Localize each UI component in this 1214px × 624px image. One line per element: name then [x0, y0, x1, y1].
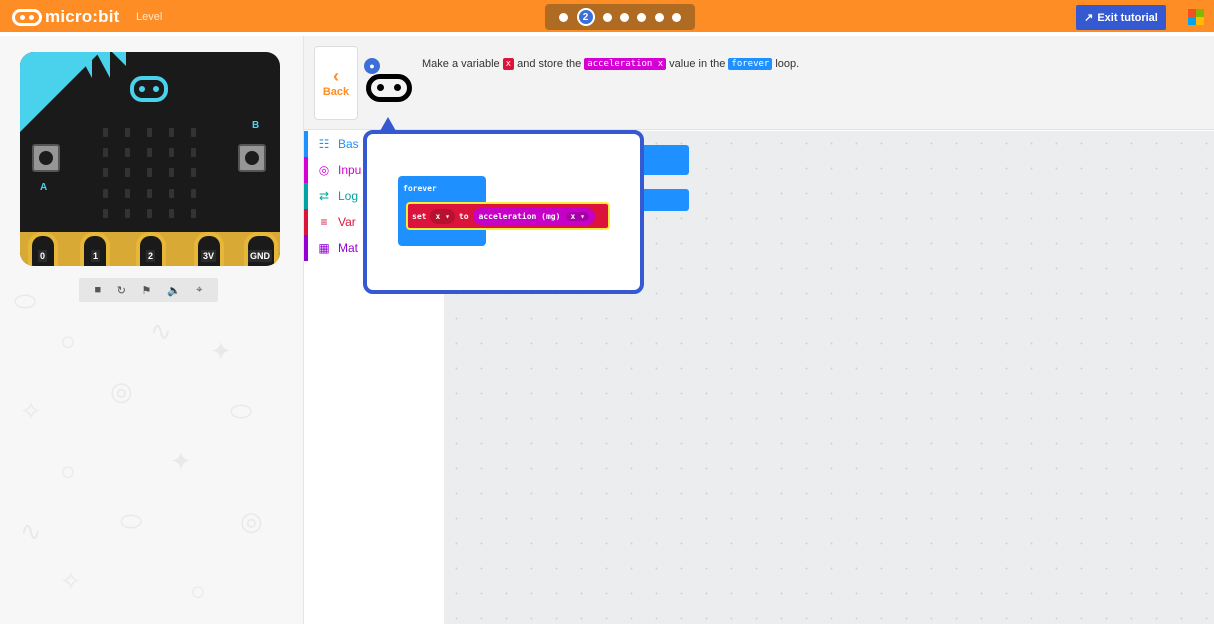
external-link-icon: ↗ [1084, 12, 1094, 24]
category-label: Var [338, 215, 356, 229]
set-variable-block: set x ▾ to acceleration (mg) x ▾ [406, 202, 610, 230]
instruction-text: Make a variable [422, 58, 500, 70]
forever-block-label: forever [403, 184, 437, 193]
simulator-panel: ⬭ ○ ∿ ✦ ✧ ◎ ⬭ ○ ✦ ∿ ⬭ ◎ ✧ ○ A B 0 1 2 3V… [0, 36, 304, 624]
category-label: Inpu [338, 163, 362, 177]
lightbulb-icon[interactable]: ● [364, 58, 380, 74]
to-label: to [458, 211, 469, 221]
tutorial-header: ‹ Back ● Make a variable x and store the… [304, 36, 1214, 130]
category-label: Log [338, 189, 359, 203]
background-doodle-icon: ∿ [20, 516, 42, 546]
category-label: Mat [338, 241, 359, 255]
microbit-logo-icon [12, 8, 42, 26]
level-label: Level [136, 11, 163, 23]
microbit-logo[interactable]: micro:bit [12, 6, 120, 28]
acceleration-block: acceleration (mg) x ▾ [472, 207, 595, 225]
top-bar: micro:bit Level 2 ↗ Exit tutorial [0, 0, 1214, 34]
tutorial-microbit-icon [366, 74, 412, 102]
stop-icon[interactable]: ■ [95, 284, 102, 296]
board-spike-decoration [96, 52, 110, 78]
button-b-label: B [252, 120, 260, 131]
board-spike-decoration [78, 52, 92, 78]
background-doodle-icon: ⬭ [230, 396, 253, 426]
keyword-variable: x [502, 58, 515, 70]
back-button[interactable]: ‹ Back [314, 46, 358, 120]
pin-label: 0 [38, 250, 48, 262]
background-doodle-icon: ⬭ [120, 506, 143, 536]
list-icon: ≡ [320, 215, 328, 229]
axis-dropdown: x ▾ [566, 211, 589, 221]
mute-icon[interactable]: 🔈 [167, 284, 181, 297]
edge-connector: 0 1 2 3V GND [20, 232, 280, 266]
background-doodle-icon: ⬭ [14, 286, 37, 316]
step-dot[interactable] [671, 12, 681, 22]
instruction-text: and store the [517, 58, 582, 70]
slow-motion-icon[interactable]: ⚑ [142, 284, 152, 297]
step-dot[interactable] [559, 12, 569, 22]
tutorial-instruction: Make a variable x and store the accelera… [422, 58, 799, 70]
background-doodle-icon: ○ [190, 576, 206, 606]
step-dot[interactable] [654, 12, 664, 22]
brand-name: micro:bit [45, 7, 120, 26]
keyword-acceleration: acceleration x [584, 58, 667, 70]
background-doodle-icon: ✦ [170, 446, 192, 476]
pin-label: 2 [146, 250, 156, 262]
target-icon: ◎ [318, 163, 330, 177]
background-doodle-icon: ✧ [60, 566, 82, 596]
variable-dropdown: x ▾ [430, 208, 455, 224]
step-dot[interactable] [620, 12, 629, 22]
background-doodle-icon: ✦ [210, 336, 232, 366]
pin-label: 1 [91, 250, 101, 262]
step-dot-current[interactable]: 2 [576, 8, 595, 26]
exit-tutorial-button[interactable]: ↗ Exit tutorial [1076, 5, 1166, 30]
pin-label: 3V [201, 250, 217, 262]
button-a[interactable] [32, 144, 60, 172]
instruction-text: value in the [669, 58, 726, 70]
background-doodle-icon: ◎ [110, 376, 133, 406]
microsoft-logo-icon[interactable] [1188, 9, 1204, 25]
board-spike-decoration [112, 52, 126, 66]
board-logo-touch[interactable] [130, 76, 168, 102]
exit-tutorial-label: Exit tutorial [1097, 11, 1158, 24]
step-dot[interactable] [602, 12, 612, 22]
instruction-text: loop. [775, 58, 800, 70]
simulator-toolbar: ■ ↻ ⚑ 🔈 ⌖ [79, 278, 218, 302]
background-doodle-icon: ○ [60, 456, 76, 486]
keyword-forever: forever [728, 58, 773, 70]
grid-icon: ☷ [318, 137, 330, 151]
restart-icon[interactable]: ↻ [117, 284, 126, 297]
button-b[interactable] [238, 144, 266, 172]
calculator-icon: ▦ [318, 241, 330, 255]
category-label: Bas [338, 137, 359, 151]
background-doodle-icon: ∿ [150, 316, 172, 346]
back-label: Back [322, 86, 350, 98]
button-a-label: A [40, 182, 48, 193]
background-doodle-icon: ○ [60, 326, 76, 356]
fullscreen-icon[interactable]: ⌖ [196, 284, 202, 297]
set-label: set [412, 211, 427, 221]
step-dot[interactable] [637, 12, 647, 22]
microbit-board: A B 0 1 2 3V GND [20, 52, 280, 266]
hint-pointer [380, 117, 396, 131]
shuffle-icon: ⇄ [318, 189, 330, 203]
background-doodle-icon: ◎ [240, 506, 263, 536]
led-matrix [94, 122, 204, 224]
acceleration-label: acceleration (mg) [478, 211, 561, 221]
tutorial-progress: 2 [545, 4, 695, 30]
chevron-left-icon: ‹ [333, 66, 339, 86]
background-doodle-icon: ✧ [20, 396, 42, 426]
pin-label: GND [248, 250, 272, 262]
